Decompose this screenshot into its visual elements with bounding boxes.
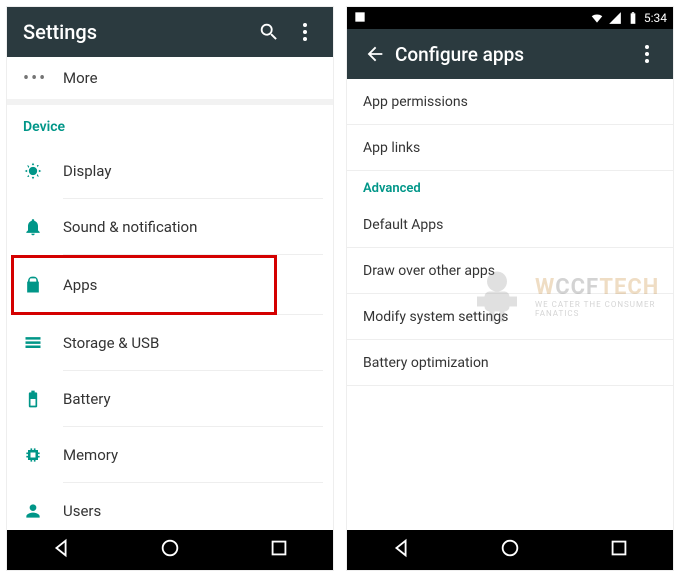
row-label: App permissions — [363, 94, 468, 110]
overflow-menu-button[interactable] — [629, 36, 665, 72]
wifi-icon — [590, 11, 604, 25]
signal-icon — [608, 11, 622, 25]
screenshot-icon — [353, 10, 367, 24]
cfg-row-battopt[interactable]: Battery optimization — [347, 340, 673, 386]
status-left-icons — [353, 10, 367, 27]
section-advanced: Advanced — [347, 171, 673, 202]
setting-row-users[interactable]: Users — [7, 483, 333, 530]
nav-recent-button[interactable] — [608, 537, 630, 563]
cfg-row-defaultapps[interactable]: Default Apps — [347, 202, 673, 248]
row-label: Battery — [63, 390, 111, 408]
settings-body: ••• More Device Display Sound & notifica… — [7, 57, 333, 530]
user-icon — [23, 501, 63, 521]
status-time: 5:34 — [644, 11, 667, 25]
battery-icon — [23, 389, 63, 409]
system-navbar — [347, 530, 673, 570]
apps-icon — [23, 275, 63, 295]
overflow-menu-button[interactable] — [287, 14, 323, 50]
system-navbar — [7, 530, 333, 570]
row-label: Memory — [63, 446, 118, 464]
settings-screen: Settings ••• More Device Display — [6, 6, 334, 571]
row-label: Display — [63, 162, 111, 180]
battery-status-icon — [626, 11, 640, 25]
setting-row-battery[interactable]: Battery — [7, 371, 333, 427]
row-label: Storage & USB — [63, 334, 159, 352]
more-vert-icon — [645, 45, 649, 63]
page-title: Configure apps — [395, 43, 629, 66]
row-label: Users — [63, 502, 101, 520]
configure-body: App permissions App links Advanced Defau… — [347, 79, 673, 530]
cfg-row-links[interactable]: App links — [347, 125, 673, 171]
memory-icon — [23, 445, 63, 465]
status-bar: 5:34 — [347, 7, 673, 29]
cfg-row-drawover[interactable]: Draw over other apps — [347, 248, 673, 294]
search-button[interactable] — [251, 14, 287, 50]
row-label: Draw over other apps — [363, 263, 495, 279]
row-label: App links — [363, 140, 420, 156]
setting-row-memory[interactable]: Memory — [7, 427, 333, 483]
setting-row-apps[interactable]: Apps — [7, 255, 333, 315]
back-button[interactable] — [355, 43, 395, 65]
page-title: Settings — [23, 20, 251, 44]
status-right-icons: 5:34 — [590, 11, 667, 25]
row-label: Apps — [63, 276, 97, 294]
setting-row-storage[interactable]: Storage & USB — [7, 315, 333, 371]
appbar: Settings — [7, 7, 333, 57]
nav-home-button[interactable] — [499, 537, 521, 563]
configure-apps-screen: 5:34 Configure apps App permissions App … — [346, 6, 674, 571]
setting-row-sound[interactable]: Sound & notification — [7, 199, 333, 255]
setting-row-more[interactable]: ••• More — [7, 57, 333, 105]
row-label: Modify system settings — [363, 309, 508, 325]
storage-icon — [23, 333, 63, 353]
more-label: More — [63, 69, 98, 87]
cfg-row-permissions[interactable]: App permissions — [347, 79, 673, 125]
search-icon — [258, 21, 280, 43]
nav-recent-button[interactable] — [268, 537, 290, 563]
bell-icon — [23, 217, 63, 237]
more-horiz-icon: ••• — [23, 68, 55, 89]
row-label: Default Apps — [363, 217, 443, 233]
section-device: Device — [7, 105, 333, 143]
arrow-back-icon — [364, 43, 386, 65]
setting-row-display[interactable]: Display — [7, 143, 333, 199]
nav-home-button[interactable] — [159, 537, 181, 563]
display-icon — [23, 161, 63, 181]
cfg-row-modsys[interactable]: Modify system settings — [347, 294, 673, 340]
row-label: Battery optimization — [363, 355, 489, 371]
row-label: Sound & notification — [63, 218, 197, 236]
nav-back-button[interactable] — [390, 537, 412, 563]
appbar: Configure apps — [347, 29, 673, 79]
nav-back-button[interactable] — [50, 537, 72, 563]
more-vert-icon — [303, 23, 307, 41]
